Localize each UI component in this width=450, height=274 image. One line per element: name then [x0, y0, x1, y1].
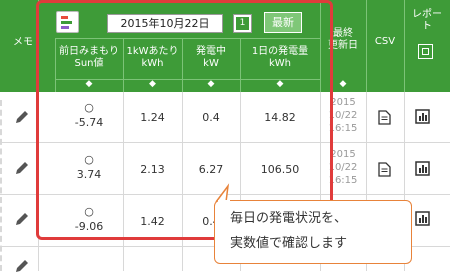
- callout-box: 毎日の発電状況を、 実数値で確認します: [214, 200, 412, 264]
- callout-line1: 毎日の発電状況を、: [230, 211, 348, 226]
- csv-document-icon[interactable]: [378, 162, 391, 177]
- report-header-line2: ト: [422, 21, 432, 32]
- report-header: レポー ト: [404, 8, 450, 34]
- pencil-icon[interactable]: [14, 109, 30, 125]
- pencil-icon[interactable]: [14, 160, 30, 176]
- report-graph-icon[interactable]: [415, 109, 430, 124]
- last-update-header-line1: 最終: [333, 28, 353, 39]
- pencil-icon[interactable]: [14, 258, 30, 274]
- csv-header: CSV: [374, 36, 396, 47]
- report-icon: [418, 44, 433, 59]
- memo-header: メモ: [13, 37, 33, 48]
- report-header-line1: レポー: [412, 9, 442, 20]
- report-graph-icon[interactable]: [415, 211, 430, 226]
- report-graph-icon[interactable]: [415, 161, 430, 176]
- csv-document-icon[interactable]: [378, 110, 391, 125]
- callout-pointer-join: [218, 200, 230, 202]
- callout-line2: 実数値で確認します: [230, 236, 348, 251]
- pencil-icon[interactable]: [14, 211, 30, 227]
